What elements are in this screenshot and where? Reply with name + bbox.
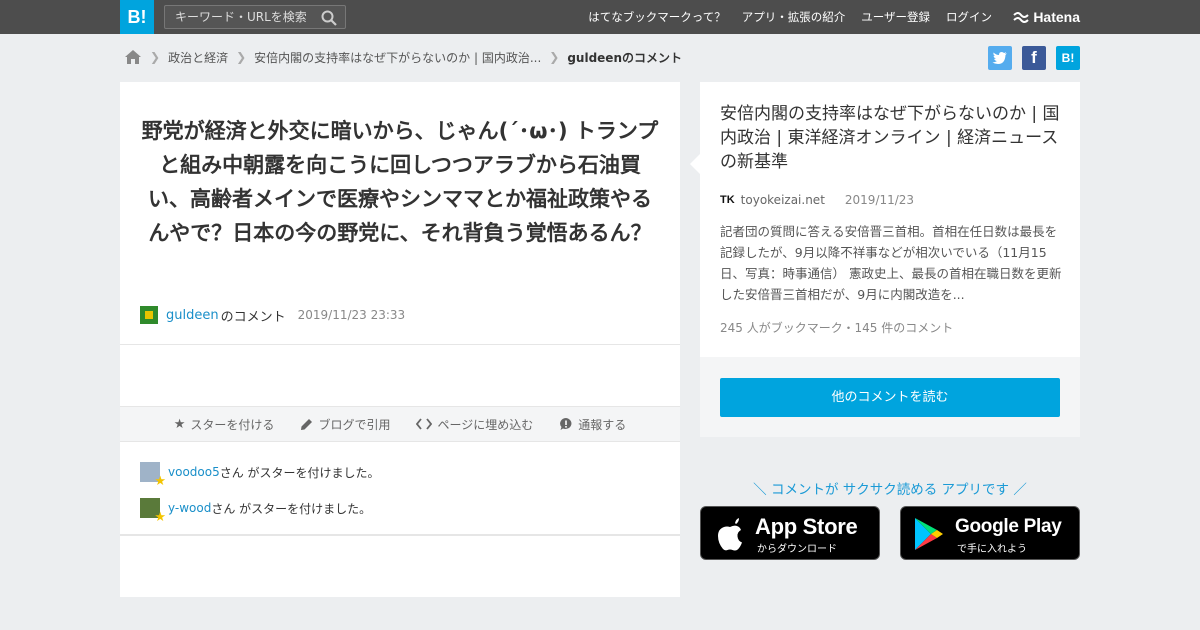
nav-apps[interactable]: アプリ・拡張の紹介	[742, 9, 846, 25]
bookmark-counts[interactable]: 245 人がブックマーク・145 件のコメント	[720, 319, 953, 336]
google-play-title: Google Play	[955, 516, 1062, 537]
twitter-icon	[992, 52, 1007, 64]
report-button[interactable]: 通報する	[559, 416, 626, 433]
blog-quote-button[interactable]: ブログで引用	[300, 416, 390, 433]
avatar[interactable]: ★	[140, 462, 166, 488]
google-play-badge[interactable]: Google Play で手に入れよう	[900, 506, 1080, 560]
facebook-icon: f	[1031, 48, 1037, 67]
google-play-subtitle: で手に入れよう	[957, 544, 1027, 555]
article-title[interactable]: 安倍内閣の支持率はなぜ下がらないのか | 国内政治 | 東洋経済オンライン | …	[720, 102, 1065, 174]
embed-button[interactable]: ページに埋め込む	[416, 416, 533, 433]
apple-icon	[718, 518, 742, 551]
report-label: 通報する	[578, 417, 627, 432]
comment-datetime[interactable]: 2019/11/23 23:33	[298, 308, 406, 322]
avatar[interactable]	[140, 306, 158, 324]
chevron-right-icon: ❯	[549, 50, 560, 64]
star-entry: ★ y-wood さん がスターを付けました。	[140, 497, 372, 524]
comment-meta: guldeen のコメント 2019/11/23 23:33	[140, 304, 405, 326]
comment-actions: ★ スターを付ける ブログで引用 ページに埋め込む 通報する	[120, 406, 680, 442]
breadcrumb: ❯ 政治と経済 ❯ 安倍内閣の支持率はなぜ下がらないのか | 国内政治... ❯…	[124, 46, 682, 68]
article-card: 安倍内閣の支持率はなぜ下がらないのか | 国内政治 | 東洋経済オンライン | …	[690, 82, 1080, 437]
app-store-badge[interactable]: App Store からダウンロード	[700, 506, 880, 560]
comment-user-suffix: のコメント	[220, 309, 286, 325]
hatena-brand-text: Hatena	[1033, 9, 1080, 25]
star-entry: ★ voodoo5 さん がスターを付けました。	[140, 461, 380, 488]
nav-register[interactable]: ユーザー登録	[861, 9, 930, 25]
blog-quote-label: ブログで引用	[318, 417, 391, 432]
hatena-brand-link[interactable]: Hatena	[1013, 0, 1080, 34]
search-input[interactable]: キーワード・URLを検索	[164, 5, 346, 29]
home-icon[interactable]	[124, 49, 142, 65]
hatena-wave-icon	[1013, 12, 1030, 23]
breadcrumb-category[interactable]: 政治と経済	[168, 49, 228, 66]
google-play-icon	[915, 518, 943, 550]
chevron-right-icon: ❯	[150, 50, 161, 64]
hatena-share-button[interactable]: B!	[1056, 46, 1080, 70]
app-store-title: App Store	[755, 514, 858, 539]
star-text: さん がスターを付けました。	[211, 501, 372, 516]
comment-user-link[interactable]: guldeen	[166, 308, 219, 323]
nav-about[interactable]: はてなブックマークって？	[588, 9, 725, 25]
comment-card: 野党が経済と外交に暗いから、じゃん(´･ω･) トランプと組み中朝露を向こうに回…	[120, 82, 680, 597]
article-summary: 記者団の質問に答える安倍晋三首相。首相在任日数は最長を記録したが、9月以降不祥事…	[720, 224, 1062, 302]
code-icon	[416, 418, 433, 430]
comment-body: 野党が経済と外交に暗いから、じゃん(´･ω･) トランプと組み中朝露を向こうに回…	[141, 119, 659, 245]
header-nav: はてなブックマークって？ アプリ・拡張の紹介 ユーザー登録 ログイン	[588, 0, 992, 34]
divider	[120, 344, 680, 345]
star-user-link[interactable]: y-wood	[168, 501, 211, 515]
top-bar: B! キーワード・URLを検索 はてなブックマークって？ アプリ・拡張の紹介 ユ…	[0, 0, 1200, 34]
search-placeholder: キーワード・URLを検索	[175, 10, 307, 24]
star-icon: ★	[154, 510, 166, 525]
twitter-share-button[interactable]	[988, 46, 1012, 70]
facebook-share-button[interactable]: f	[1022, 46, 1046, 70]
add-star-button[interactable]: ★ スターを付ける	[174, 416, 275, 433]
article-card-footer: 他のコメントを読む	[700, 357, 1080, 437]
site-domain[interactable]: toyokeizai.net	[741, 193, 825, 207]
chevron-right-icon: ❯	[236, 50, 247, 64]
app-promo-text: ＼ コメントが サクサク読める アプリです ／	[753, 482, 1027, 498]
star-icon: ★	[154, 474, 166, 489]
article-source: TK toyokeizai.net 2019/11/23	[720, 190, 914, 210]
hatena-bookmark-logo[interactable]: B!	[120, 0, 154, 34]
breadcrumb-article[interactable]: 安倍内閣の支持率はなぜ下がらないのか | 国内政治...	[254, 49, 541, 66]
breadcrumb-current: guldeenのコメント	[567, 50, 682, 65]
app-store-subtitle: からダウンロード	[757, 544, 837, 555]
add-star-label: スターを付ける	[190, 417, 275, 432]
hatena-bookmark-icon: B!	[1061, 51, 1075, 65]
read-other-comments-button[interactable]: 他のコメントを読む	[720, 378, 1060, 417]
star-user-link[interactable]: voodoo5	[168, 465, 220, 479]
divider	[120, 534, 680, 536]
pencil-icon	[301, 418, 313, 430]
nav-login[interactable]: ログイン	[946, 9, 992, 25]
star-text: さん がスターを付けました。	[219, 465, 380, 480]
star-icon: ★	[173, 416, 186, 432]
search-icon[interactable]	[321, 10, 337, 26]
site-favicon: TK	[720, 194, 735, 206]
embed-label: ページに埋め込む	[437, 417, 534, 432]
article-date: 2019/11/23	[844, 193, 915, 207]
report-icon	[560, 418, 572, 430]
avatar[interactable]: ★	[140, 498, 166, 524]
